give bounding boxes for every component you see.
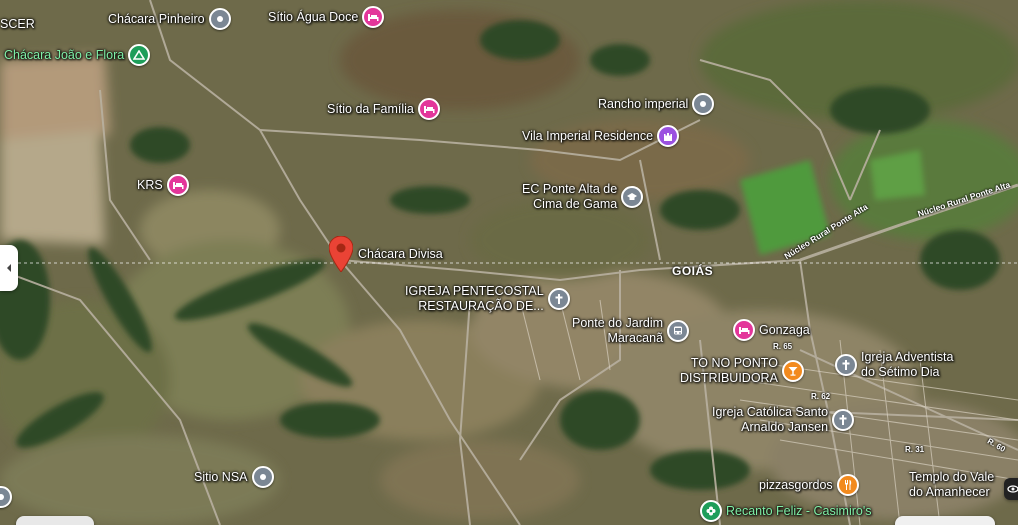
- lodging-icon: [417, 98, 440, 120]
- map-controls[interactable]: [895, 516, 995, 525]
- lodging-icon: [166, 174, 189, 196]
- place-icon: [692, 93, 715, 115]
- poi-gonzaga[interactable]: Gonzaga: [733, 319, 810, 341]
- poi-to-no-ponto[interactable]: TO NO PONTO DISTRIBUIDORA: [680, 356, 804, 386]
- street-view-button[interactable]: [1004, 478, 1018, 500]
- poi-label: Sítio Água Doce: [268, 9, 359, 24]
- selected-place-marker[interactable]: [328, 235, 354, 277]
- poi-templo-do-vale[interactable]: Templo do Vale do Amanhecer: [909, 470, 994, 500]
- poi-sitio-nsa[interactable]: Sitio NSA: [194, 466, 274, 488]
- flower-icon: [700, 500, 722, 522]
- poi-label: pizzasgordos: [759, 477, 833, 492]
- poi-scer[interactable]: SCER: [0, 17, 35, 32]
- poi-sitio-da-familia[interactable]: Sítio da Família: [327, 98, 440, 120]
- satellite-map[interactable]: SCER Chácara Pinheiro Sítio Água Doce Ch…: [0, 0, 1018, 525]
- school-icon: [621, 186, 644, 208]
- poi-chacara-pinheiro[interactable]: Chácara Pinheiro: [108, 8, 231, 30]
- layers-button[interactable]: [16, 516, 94, 525]
- poi-recanto-feliz[interactable]: Recanto Feliz - Casimiro's: [700, 500, 871, 522]
- poi-label: EC Ponte Alta de Cima de Gama: [522, 182, 618, 211]
- poi-label: Sítio da Família: [327, 101, 414, 116]
- poi-chacara-divisa[interactable]: Chácara Divisa: [358, 247, 443, 262]
- poi-ponte-do-jardim-maracana[interactable]: Ponte do Jardim Maracanã: [572, 316, 690, 346]
- road-label: R. 31: [905, 445, 925, 454]
- eye-icon: [1007, 485, 1018, 493]
- poi-label: Chácara Divisa: [358, 247, 443, 261]
- chevron-left-icon: [7, 264, 11, 272]
- poi-label: Igreja Adventista do Sétimo Dia: [861, 350, 954, 379]
- poi-vila-imperial-residence[interactable]: Vila Imperial Residence: [522, 125, 680, 147]
- poi-label: Ponte do Jardim Maracanã: [572, 316, 664, 345]
- road-label: R. 62: [811, 392, 831, 401]
- bus-icon: [667, 320, 690, 342]
- poi-label: SCER: [0, 17, 35, 31]
- satellite-imagery: [0, 0, 1018, 525]
- poi-label: Chácara Pinheiro: [108, 11, 205, 26]
- campground-icon: [128, 44, 151, 66]
- poi-igreja-pentecostal[interactable]: IGREJA PENTECOSTAL RESTAURAÇÃO DE...: [405, 284, 570, 314]
- poi-label: IGREJA PENTECOSTAL RESTAURAÇÃO DE...: [405, 284, 544, 313]
- red-pin-icon: [328, 235, 354, 273]
- castle-icon: [657, 125, 680, 147]
- poi-label: Gonzaga: [759, 322, 810, 337]
- poi-label: Rancho imperial: [598, 96, 689, 111]
- bar-icon: [781, 360, 804, 382]
- poi-label: Vila Imperial Residence: [522, 128, 654, 143]
- poi-ec-ponte-alta[interactable]: EC Ponte Alta de Cima de Gama: [522, 182, 644, 212]
- church-icon: [832, 409, 855, 431]
- poi-sitio-agua-doce[interactable]: Sítio Água Doce: [268, 6, 385, 28]
- place-icon: [208, 8, 231, 30]
- poi-label: KRS: [137, 177, 163, 192]
- collapse-panel-button[interactable]: [0, 245, 18, 291]
- poi-igreja-catolica[interactable]: Igreja Católica Santo Arnaldo Jansen: [712, 405, 855, 435]
- poi-label: TO NO PONTO DISTRIBUIDORA: [680, 356, 778, 385]
- poi-pizzasgordos[interactable]: pizzasgordos: [759, 474, 859, 496]
- place-icon: [251, 466, 274, 488]
- poi-label: Sitio NSA: [194, 469, 248, 484]
- restaurant-icon: [836, 474, 859, 496]
- church-icon: [547, 288, 570, 310]
- poi-chacara-joao-e-flora[interactable]: Chácara João e Flora: [4, 44, 151, 66]
- poi-igreja-adventista[interactable]: Igreja Adventista do Sétimo Dia: [835, 350, 953, 380]
- church-icon: [835, 354, 857, 376]
- poi-rancho-imperial[interactable]: Rancho imperial: [598, 93, 715, 115]
- poi-krs[interactable]: KRS: [137, 174, 189, 196]
- region-label: GOIÁS: [672, 264, 714, 278]
- lodging-icon: [733, 319, 755, 341]
- poi-label: Chácara João e Flora: [4, 47, 125, 62]
- road-label: R. 65: [773, 342, 793, 351]
- lodging-icon: [362, 6, 385, 28]
- poi-label: Recanto Feliz - Casimiro's: [726, 503, 872, 518]
- poi-label: Templo do Vale do Amanhecer: [909, 470, 995, 499]
- poi-label: Igreja Católica Santo Arnaldo Jansen: [712, 405, 829, 434]
